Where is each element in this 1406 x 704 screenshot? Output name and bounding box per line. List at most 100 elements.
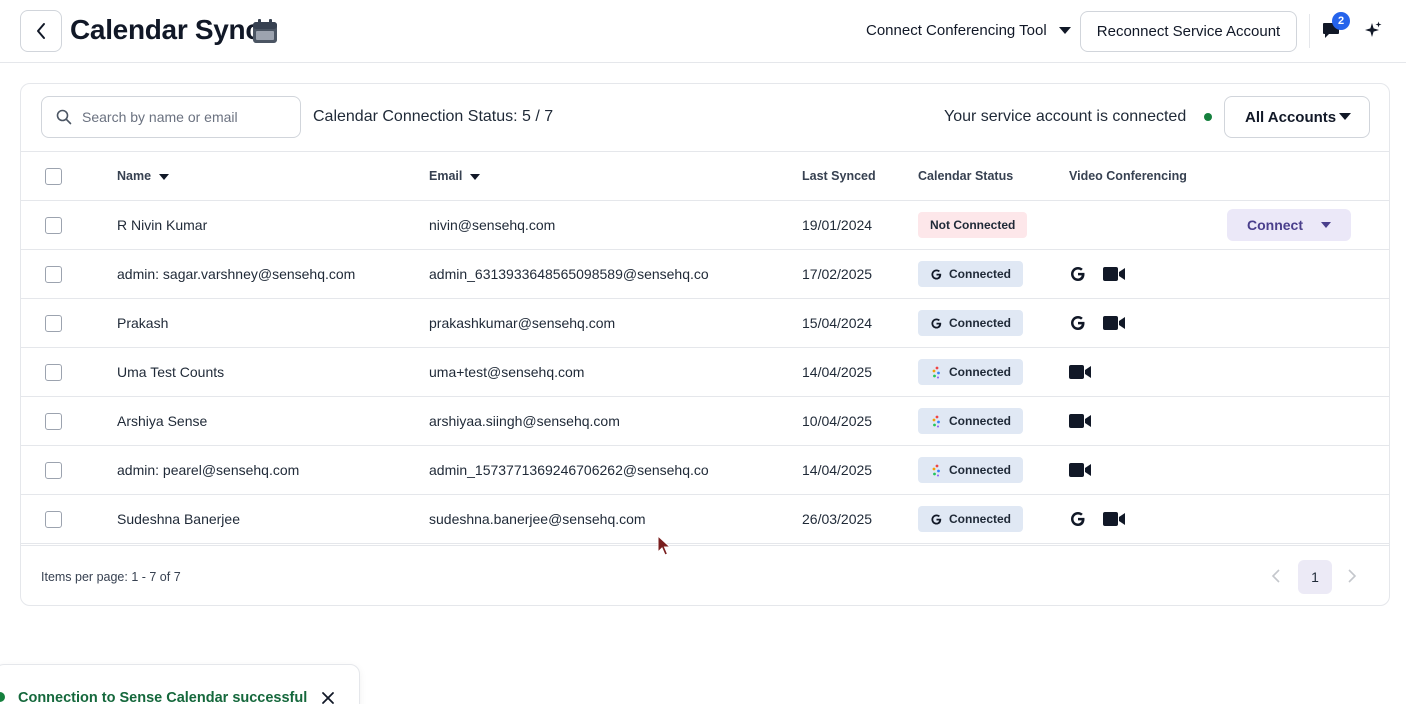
connect-conferencing-tool-dropdown[interactable]: Connect Conferencing Tool [866,22,1071,39]
sort-down-icon [470,173,481,180]
status-label: Connected [949,365,1012,379]
success-icon [0,692,5,702]
google-icon [1071,267,1085,281]
connect-button[interactable]: Connect [1227,209,1351,241]
last-synced-date: 14/04/2025 [802,462,873,478]
user-name: Prakash [117,315,169,331]
table-row: admin: pearel@sensehq.com admin_15737713… [21,446,1389,495]
chevron-left-icon[interactable] [1269,567,1283,585]
page-number-button[interactable]: 1 [1298,560,1332,594]
status-badge: Not Connected [918,212,1028,238]
row-checkbox[interactable] [45,363,62,381]
sense-logo-icon [932,464,940,476]
name-header-label: Name [117,169,152,183]
search-box[interactable] [41,96,301,138]
close-icon[interactable] [321,691,335,704]
video-conferencing-icons [1069,265,1227,283]
video-conferencing-icons [1069,413,1227,429]
calendar-icon [253,19,277,43]
calendar-sync-card: Calendar Connection Status: 5 / 7 Your s… [20,83,1390,606]
google-icon [931,317,942,329]
user-email: nivin@sensehq.com [429,217,556,233]
row-actions [1227,250,1389,299]
user-email: arshiyaa.siingh@sensehq.com [429,413,620,429]
row-checkbox[interactable] [45,265,62,283]
caret-down-icon [1339,113,1351,120]
user-email: admin_6313933648565098589@sensehq.co [429,266,709,282]
status-label: Connected [949,316,1012,330]
row-checkbox[interactable] [45,510,62,528]
status-badge: Connected [918,408,1024,434]
video-conferencing-icons [1069,462,1227,478]
row-actions [1227,348,1389,397]
row-actions: Connect [1227,201,1389,250]
mouse-cursor-icon [657,535,671,556]
caret-down-icon [1321,222,1331,228]
video-camera-icon [1103,316,1125,330]
back-button[interactable] [20,10,62,52]
sort-down-icon [159,173,170,180]
status-badge: Connected [918,506,1024,532]
row-checkbox[interactable] [45,412,62,430]
reconnect-service-account-button[interactable]: Reconnect Service Account [1080,11,1297,52]
row-checkbox[interactable] [45,461,62,479]
user-name: admin: pearel@sensehq.com [117,462,300,478]
status-label: Not Connected [930,218,1016,232]
status-badge: Connected [918,310,1024,336]
table-header-row: Name Email Last Synced Calendar Status V… [21,151,1389,201]
user-email: prakashkumar@sensehq.com [429,315,616,331]
chevron-left-icon [37,23,45,39]
accounts-filter-dropdown[interactable]: All Accounts [1224,96,1370,138]
email-header-label: Email [429,169,463,183]
email-column-header[interactable]: Email [429,152,802,201]
users-table: Name Email Last Synced Calendar Status V… [21,151,1389,544]
user-email: admin_1573771369246706262@sensehq.co [429,462,709,478]
video-camera-icon [1069,414,1091,428]
accounts-filter-label: All Accounts [1245,108,1337,126]
success-toast: Connection to Sense Calendar successful [0,664,360,704]
service-status-dot [1204,113,1212,121]
status-label: Connected [949,267,1012,281]
row-checkbox[interactable] [45,216,62,234]
name-column-header[interactable]: Name [117,152,429,201]
video-conferencing-column-header: Video Conferencing [1069,169,1187,183]
table-footer: Items per page: 1 - 7 of 7 1 [21,545,1389,605]
calendar-status-column-header: Calendar Status [918,169,1014,183]
conferencing-tool-label: Connect Conferencing Tool [866,22,1047,39]
last-synced-date: 17/02/2025 [802,266,873,282]
table-row: admin: sagar.varshney@sensehq.com admin_… [21,250,1389,299]
user-name: Uma Test Counts [117,364,225,380]
google-icon [1071,316,1085,330]
last-synced-date: 10/04/2025 [802,413,873,429]
search-input[interactable] [82,109,282,125]
sense-logo-icon [932,366,940,378]
last-synced-date: 26/03/2025 [802,511,873,527]
table-row: Uma Test Counts uma+test@sensehq.com 14/… [21,348,1389,397]
last-synced-date: 14/04/2025 [802,364,873,380]
user-name: Arshiya Sense [117,413,208,429]
video-conferencing-icons [1069,364,1227,380]
last-synced-column-header: Last Synced [802,169,876,183]
google-icon [931,513,942,525]
select-all-checkbox[interactable] [45,167,62,185]
header-divider [1309,14,1310,48]
top-header: Calendar Sync Connect Conferencing Tool … [0,0,1406,63]
row-checkbox[interactable] [45,314,62,332]
user-email: sudeshna.banerjee@sensehq.com [429,511,646,527]
caret-down-icon [1058,26,1071,34]
status-label: Connected [949,414,1012,428]
row-actions [1227,299,1389,348]
sense-logo-icon [932,415,940,427]
user-name: R Nivin Kumar [117,217,208,233]
video-camera-icon [1069,365,1091,379]
chevron-right-icon[interactable] [1345,567,1359,585]
ai-sparkle-icon[interactable] [1364,21,1382,39]
video-conferencing-icons [1069,510,1227,528]
status-badge: Connected [918,457,1024,483]
last-synced-date: 19/01/2024 [802,217,873,233]
table-row: Arshiya Sense arshiyaa.siingh@sensehq.co… [21,397,1389,446]
video-camera-icon [1103,512,1125,526]
service-account-status: Your service account is connected [944,108,1187,125]
row-actions [1227,446,1389,495]
video-conferencing-icons [1069,314,1227,332]
